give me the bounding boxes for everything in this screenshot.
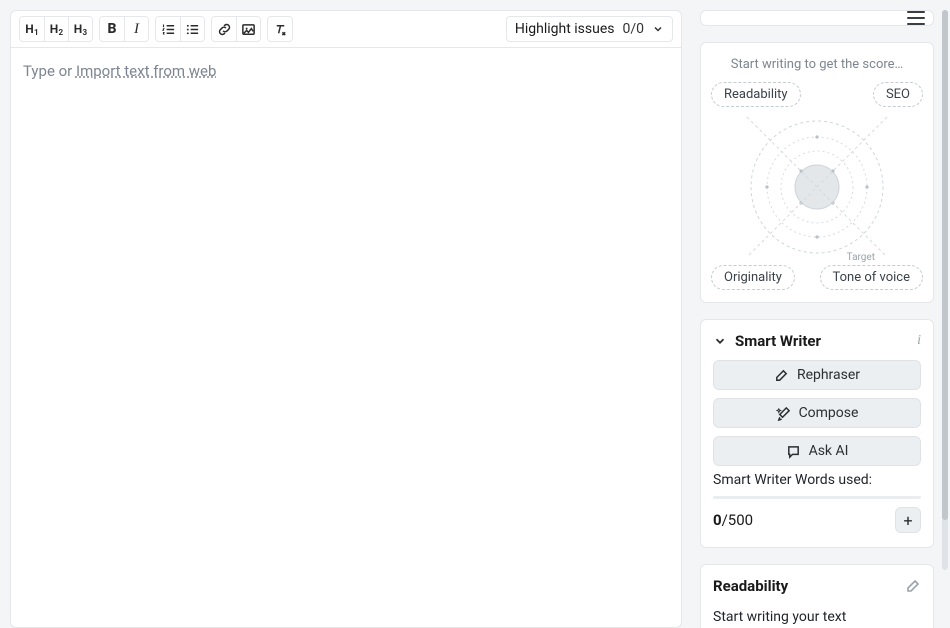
highlight-issues-count: 0/0: [622, 21, 644, 37]
info-icon[interactable]: i: [917, 333, 921, 349]
link-button[interactable]: [212, 17, 236, 41]
rephraser-button[interactable]: Rephraser: [713, 360, 921, 390]
editor-toolbar: H1 H2 H3 B I: [11, 11, 681, 48]
radar-chart: Target: [747, 117, 887, 257]
import-from-web-link[interactable]: Import text from web: [76, 62, 216, 80]
insert-group: [211, 16, 261, 42]
chevron-down-icon: [652, 23, 664, 35]
editor-body[interactable]: Type or Import text from web: [11, 48, 681, 627]
scrollbar-track[interactable]: [942, 10, 948, 570]
usage-bar: [713, 496, 921, 499]
compose-button[interactable]: Compose: [713, 398, 921, 428]
menu-icon[interactable]: [907, 11, 925, 25]
rephraser-label: Rephraser: [797, 367, 860, 383]
score-prompt: Start writing to get the score…: [731, 57, 903, 72]
editor-pane: H1 H2 H3 B I: [10, 10, 682, 628]
chat-icon: [786, 444, 801, 459]
ask-ai-button[interactable]: Ask AI: [713, 436, 921, 466]
list-group: [155, 16, 205, 42]
link-icon: [217, 22, 232, 37]
readability-card: Readability Start writing your text: [700, 564, 934, 628]
unordered-list-icon: [185, 22, 200, 37]
ask-ai-label: Ask AI: [809, 443, 849, 459]
bold-button[interactable]: B: [100, 17, 124, 41]
editor-placeholder-prefix: Type or: [23, 62, 76, 80]
sidebar-topbar: [700, 10, 934, 26]
scrollbar-thumb[interactable]: [942, 10, 948, 520]
readability-title: Readability: [713, 577, 788, 595]
unordered-list-button[interactable]: [180, 17, 204, 41]
smart-writer-card: Smart Writer i Rephraser Compose Ask AI …: [700, 319, 934, 548]
sparkle-icon: [776, 406, 791, 421]
clear-format-icon: [273, 22, 288, 37]
image-icon: [241, 22, 256, 37]
h1-button[interactable]: H1: [20, 17, 44, 41]
ordered-list-button[interactable]: [156, 17, 180, 41]
h3-button[interactable]: H3: [68, 17, 92, 41]
chevron-down-icon[interactable]: [713, 334, 727, 348]
h2-button[interactable]: H2: [44, 17, 68, 41]
ordered-list-icon: [161, 22, 176, 37]
edit-icon: [774, 368, 789, 383]
usage-label: Smart Writer Words used:: [713, 472, 921, 488]
compose-label: Compose: [799, 405, 859, 421]
add-words-button[interactable]: +: [895, 507, 921, 533]
radar-diagonals: [729, 99, 905, 275]
score-card: Start writing to get the score… Readabil…: [700, 42, 934, 303]
sidebar: Start writing to get the score… Readabil…: [700, 10, 940, 628]
radar-target-label: Target: [847, 252, 875, 263]
highlight-issues-label: Highlight issues: [515, 21, 615, 37]
image-button[interactable]: [236, 17, 260, 41]
readability-body: Start writing your text: [713, 609, 921, 625]
pencil-icon[interactable]: [905, 578, 921, 594]
italic-button[interactable]: I: [124, 17, 148, 41]
smart-writer-title: Smart Writer: [735, 332, 909, 350]
clear-format-button[interactable]: [267, 16, 293, 42]
format-group: B I: [99, 16, 149, 42]
usage-count: 0/500: [713, 511, 753, 529]
highlight-issues-dropdown[interactable]: Highlight issues 0/0: [506, 16, 673, 42]
heading-group: H1 H2 H3: [19, 16, 93, 42]
